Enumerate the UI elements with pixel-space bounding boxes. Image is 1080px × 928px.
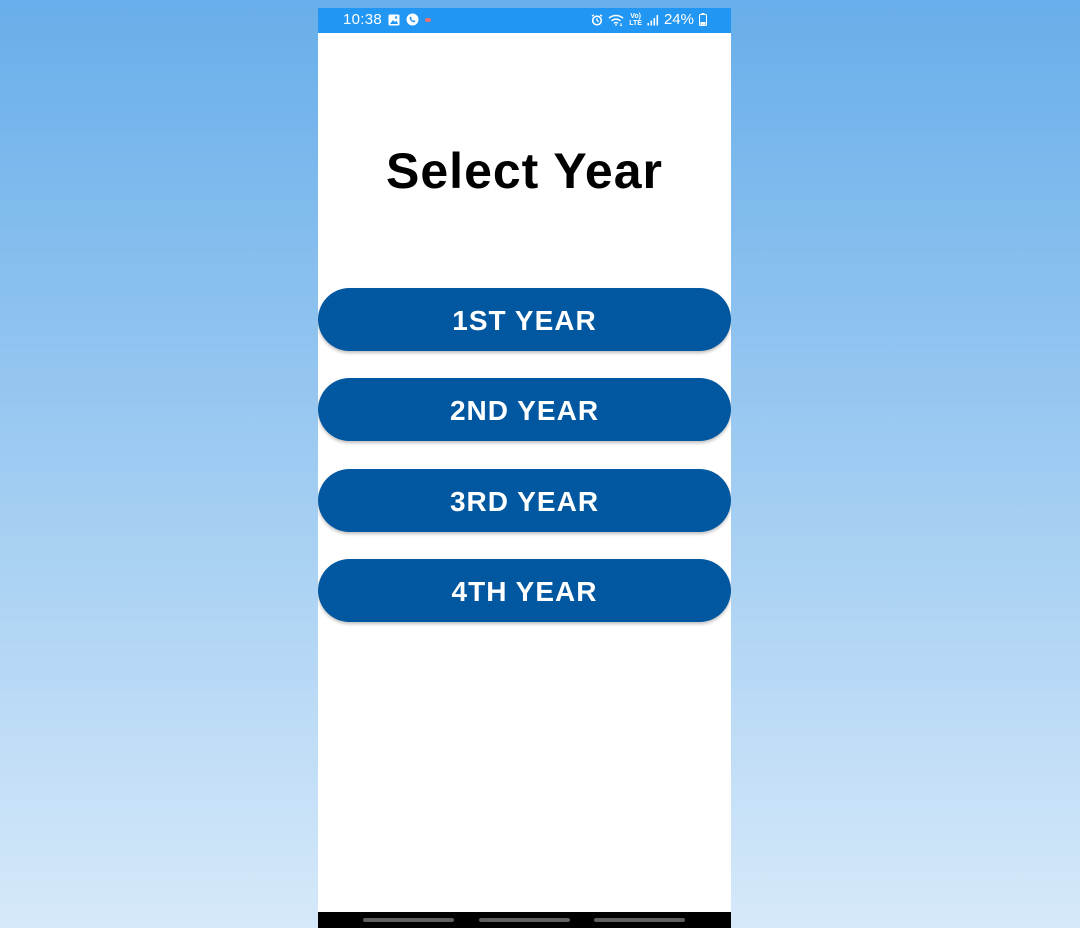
volte-lte-label: Vo) LTE: [629, 13, 642, 27]
phone-screen: 10:38 Vo) LTE 24% Select Year 1ST YEAR 2…: [318, 8, 731, 928]
status-bar-right: Vo) LTE 24%: [591, 11, 707, 28]
notification-dot-icon: [425, 17, 432, 22]
first-year-button[interactable]: 1ST YEAR: [318, 288, 731, 351]
battery-percentage: 24%: [663, 11, 694, 28]
nav-home-handle[interactable]: [479, 918, 570, 922]
navigation-bar: [318, 912, 731, 928]
battery-icon: [699, 13, 707, 26]
third-year-button[interactable]: 3RD YEAR: [318, 469, 731, 532]
status-time: 10:38: [343, 11, 383, 28]
status-bar: 10:38 Vo) LTE 24%: [318, 8, 731, 33]
second-year-button[interactable]: 2ND YEAR: [318, 378, 731, 441]
alarm-icon: [591, 13, 603, 26]
nav-back-handle[interactable]: [594, 918, 685, 922]
wifi-icon: [608, 14, 624, 26]
gallery-icon: [388, 14, 400, 26]
status-bar-left: 10:38: [343, 11, 432, 28]
nav-recent-apps-handle[interactable]: [363, 918, 454, 922]
page-title: Select Year: [386, 143, 663, 199]
whatsapp-icon: [406, 13, 419, 26]
volte-label-bottom: LTE: [629, 19, 642, 27]
signal-icon: [647, 14, 659, 26]
volte-label-top: Vo): [630, 12, 641, 20]
fourth-year-button[interactable]: 4TH YEAR: [318, 559, 731, 622]
